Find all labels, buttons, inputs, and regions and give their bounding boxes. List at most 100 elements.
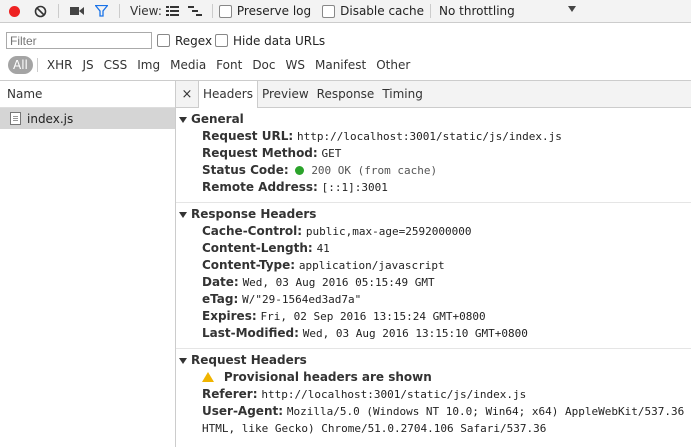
header-key: Last-Modified: — [202, 326, 299, 340]
header-value: [::1]:3001 — [321, 181, 388, 194]
header-row-continuation: HTML, like Gecko) Chrome/51.0.2704.106 S… — [176, 420, 691, 437]
type-filter-img[interactable]: Img — [132, 56, 165, 74]
tab-preview[interactable]: Preview — [258, 81, 313, 107]
record-icon — [8, 5, 20, 17]
checkbox-box[interactable] — [322, 4, 336, 18]
warning-text: Provisional headers are shown — [223, 370, 432, 384]
filter-input[interactable] — [6, 32, 152, 49]
type-filter-css[interactable]: CSS — [99, 56, 133, 74]
overview-toggle[interactable] — [184, 0, 206, 22]
regex-checkbox[interactable]: Regex — [157, 32, 212, 49]
type-filter-other[interactable]: Other — [371, 56, 415, 74]
request-details: × Headers Preview Response Timing Genera… — [176, 81, 691, 447]
header-row: Status Code: 200 OK (from cache) — [176, 162, 691, 179]
hide-data-urls-label: Hide data URLs — [233, 33, 326, 48]
header-row: Cache-Control: public,max-age=2592000000 — [176, 223, 691, 240]
throttling-select[interactable]: No throttling — [439, 0, 594, 22]
disable-cache-checkbox[interactable]: Disable cache — [322, 0, 424, 22]
warning-icon — [202, 372, 214, 382]
header-value: public,max-age=2592000000 — [305, 225, 472, 238]
type-filter-manifest[interactable]: Manifest — [310, 56, 371, 74]
clear-button[interactable] — [28, 0, 52, 22]
expand-triangle-icon — [179, 116, 187, 123]
waterfall-icon — [187, 5, 202, 16]
header-value: Wed, 03 Aug 2016 13:15:10 GMT+0800 — [302, 327, 528, 340]
general-section: General Request URL: http://localhost:30… — [176, 111, 691, 203]
header-key: Cache-Control: — [202, 224, 303, 238]
header-value: Mozilla/5.0 (Windows NT 10.0; Win64; x64… — [286, 405, 691, 418]
header-key: Expires: — [202, 309, 257, 323]
header-row: eTag: W/"29-1564ed3ad7a" — [176, 291, 691, 308]
header-row: Referer: http://localhost:3001/static/js… — [176, 386, 691, 403]
preserve-log-checkbox[interactable]: Preserve log — [218, 0, 312, 22]
header-value: W/"29-1564ed3ad7a" — [242, 293, 362, 306]
header-value: http://localhost:3001/static/js/index.js — [296, 130, 562, 143]
tab-timing[interactable]: Timing — [378, 81, 427, 107]
header-key: Date: — [202, 275, 239, 289]
checkbox-box[interactable] — [218, 4, 232, 18]
type-filter-xhr[interactable]: XHR — [42, 56, 78, 74]
header-key: Request URL: — [202, 129, 294, 143]
header-value: application/javascript — [298, 259, 445, 272]
request-name: index.js — [27, 111, 74, 126]
type-filter-media[interactable]: Media — [165, 56, 211, 74]
header-key: eTag: — [202, 292, 239, 306]
header-value: 200 OK (from cache) — [311, 164, 438, 177]
type-filter-doc[interactable]: Doc — [247, 56, 280, 74]
tab-headers[interactable]: Headers — [198, 81, 258, 108]
filter-funnel-icon — [94, 5, 108, 17]
checkbox-box[interactable] — [157, 34, 170, 47]
filter-toggle-button[interactable] — [89, 0, 113, 22]
header-value: 41 — [316, 242, 330, 255]
preserve-log-label: Preserve log — [236, 4, 312, 18]
general-title: General — [191, 112, 244, 126]
response-headers-title: Response Headers — [191, 207, 317, 221]
request-headers-title: Request Headers — [191, 353, 307, 367]
request-row[interactable]: index.js — [0, 108, 175, 129]
file-icon — [10, 112, 21, 125]
view-label: View: — [130, 4, 162, 18]
type-filter-all[interactable]: All — [8, 56, 33, 74]
general-section-toggle[interactable]: General — [176, 111, 691, 128]
header-value: GET — [321, 147, 342, 160]
header-key: Content-Length: — [202, 241, 313, 255]
expand-triangle-icon — [179, 211, 187, 218]
record-button[interactable] — [0, 0, 28, 22]
close-icon[interactable]: × — [176, 81, 198, 107]
tab-response[interactable]: Response — [313, 81, 379, 107]
header-value: HTML, like Gecko) Chrome/51.0.2704.106 S… — [202, 422, 547, 435]
video-camera-icon — [70, 7, 84, 15]
type-filter-font[interactable]: Font — [211, 56, 247, 74]
clear-icon — [34, 5, 46, 17]
toolbar-divider — [119, 4, 120, 18]
capture-screenshots-button[interactable] — [65, 0, 89, 22]
request-headers-section: Request Headers Provisional headers are … — [176, 352, 691, 443]
regex-label: Regex — [175, 33, 213, 48]
header-row: Last-Modified: Wed, 03 Aug 2016 13:15:10… — [176, 325, 691, 342]
header-row: Content-Type: application/javascript — [176, 257, 691, 274]
header-value: Wed, 03 Aug 2016 05:15:49 GMT — [242, 276, 435, 289]
large-rows-toggle[interactable] — [162, 0, 184, 22]
name-column-header[interactable]: Name — [0, 81, 175, 108]
toolbar-divider — [211, 4, 213, 18]
expand-triangle-icon — [179, 357, 187, 364]
header-row: User-Agent: Mozilla/5.0 (Windows NT 10.0… — [176, 403, 691, 420]
toolbar-divider — [430, 4, 431, 18]
header-row: Expires: Fri, 02 Sep 2016 13:15:24 GMT+0… — [176, 308, 691, 325]
header-key: Referer: — [202, 387, 258, 401]
header-key: Content-Type: — [202, 258, 296, 272]
list-view-icon — [166, 5, 180, 16]
header-key: Request Method: — [202, 146, 318, 160]
checkbox-box[interactable] — [215, 34, 228, 47]
request-headers-toggle[interactable]: Request Headers — [176, 352, 691, 369]
response-headers-toggle[interactable]: Response Headers — [176, 206, 691, 223]
hide-data-urls-checkbox[interactable]: Hide data URLs — [215, 32, 325, 49]
provisional-warning: Provisional headers are shown — [176, 369, 691, 386]
type-filter-ws[interactable]: WS — [281, 56, 310, 74]
filter-bar: Regex Hide data URLs All XHR JS CSS Img … — [0, 23, 691, 81]
resource-type-filters: All XHR JS CSS Img Media Font Doc WS Man… — [8, 55, 415, 75]
header-key: Status Code: — [202, 163, 289, 177]
details-tabs: × Headers Preview Response Timing — [176, 81, 691, 108]
header-key: Remote Address: — [202, 180, 318, 194]
type-filter-js[interactable]: JS — [77, 56, 98, 74]
